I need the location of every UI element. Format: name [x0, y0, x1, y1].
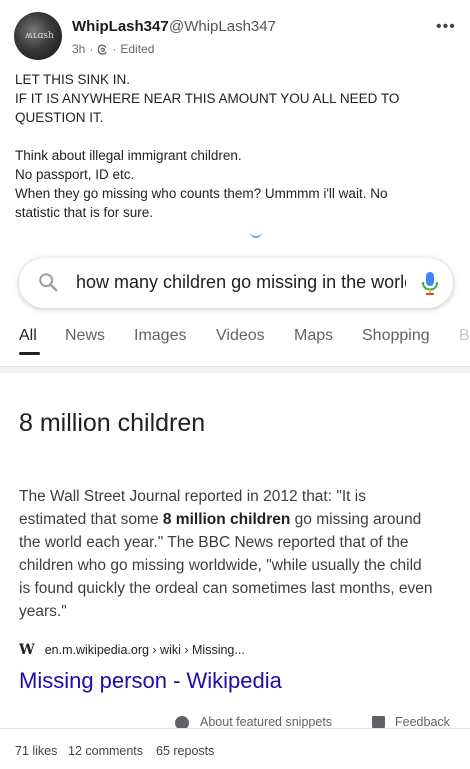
section-divider — [0, 366, 470, 373]
post-time: 3h — [72, 42, 86, 56]
result-url: en.m.wikipedia.org › wiki › Missing... — [44, 643, 245, 657]
snippet-highlight: 8 million children — [162, 511, 291, 528]
snippet-footer: About featured snippets Feedback — [0, 713, 470, 728]
post-line: When they go missing who counts them? Um… — [15, 186, 388, 201]
post-line: LET THIS SINK IN. — [15, 72, 131, 87]
post-line: Think about illegal immigrant children. — [15, 148, 242, 163]
microphone-icon — [422, 272, 438, 295]
author-handle[interactable]: @WhipLash347 — [169, 18, 276, 35]
avatar[interactable]: ʍʟɑsh — [14, 12, 62, 60]
featured-snippet: The Wall Street Journal reported in 2012… — [19, 485, 459, 623]
post-body: LET THIS SINK IN. IF IT IS ANYWHERE NEAR… — [15, 70, 455, 222]
tab-shopping: Shopping — [362, 327, 430, 344]
tab-all: All — [19, 327, 37, 344]
search-icon — [39, 273, 58, 292]
feedback-link: Feedback — [395, 715, 450, 728]
snippet-line: is found quickly the ordeal can sometime… — [19, 577, 459, 600]
feedback-icon — [372, 716, 385, 728]
snippet-line: the world each year." The BBC News repor… — [19, 531, 459, 554]
comments-count[interactable]: 12 comments — [68, 744, 143, 758]
active-tab-underline — [19, 352, 40, 355]
post-line: statistic that is for sure. — [15, 205, 154, 220]
search-tabs: All News Images Videos Maps Shopping B — [0, 327, 470, 357]
snippet-line: years." — [19, 600, 459, 623]
tab-images: Images — [134, 327, 187, 344]
question-icon — [175, 716, 189, 728]
snippet-text: is found quickly the ordeal can sometime… — [19, 580, 433, 597]
more-options-icon[interactable]: ••• — [436, 18, 456, 36]
snippet-text: children who go missing worldwide, "whil… — [19, 557, 422, 574]
post-line: No passport, ID etc. — [15, 167, 135, 182]
avatar-image: ʍʟɑsh — [25, 31, 54, 41]
edited-label[interactable]: Edited — [120, 42, 154, 56]
search-input: how many children go missing in the worl… — [76, 272, 406, 292]
snippet-line: estimated that some 8 million children g… — [19, 508, 459, 531]
loading-indicator — [250, 232, 262, 238]
post-meta: 3h · · Edited — [72, 42, 154, 56]
result-title-link: Missing person - Wikipedia — [19, 668, 282, 693]
separator-dot: · — [89, 42, 94, 56]
tab-news: News — [65, 327, 106, 344]
post-header: ʍʟɑsh WhipLash347 @WhipLash347 3h · · Ed… — [0, 0, 470, 68]
post-footer: 71 likes 12 comments 65 reposts — [0, 728, 470, 769]
post-line: IF IT IS ANYWHERE NEAR THIS AMOUNT YOU A… — [15, 91, 400, 106]
post-line: QUESTION IT. — [15, 110, 104, 125]
wikipedia-icon: W — [19, 642, 35, 658]
snippet-text: go missing around — [290, 511, 422, 528]
snippet-text: The Wall Street Journal reported in 2012… — [19, 488, 366, 505]
tab-maps: Maps — [294, 327, 334, 344]
snippet-line: The Wall Street Journal reported in 2012… — [19, 485, 459, 508]
featured-answer: 8 million children — [19, 409, 206, 437]
author-name[interactable]: WhipLash347 — [72, 18, 169, 35]
result-source: W en.m.wikipedia.org › wiki › Missing... — [19, 642, 245, 658]
threads-icon — [98, 43, 108, 55]
snippet-text: estimated that some — [19, 511, 163, 528]
likes-count[interactable]: 71 likes — [15, 744, 57, 758]
attached-search-screenshot[interactable]: how many children go missing in the worl… — [0, 232, 470, 728]
tab-books-cut: B — [459, 327, 470, 344]
snippet-text: the world each year." The BBC News repor… — [19, 534, 409, 551]
search-bar: how many children go missing in the worl… — [19, 258, 453, 308]
about-featured-snippets: About featured snippets — [200, 715, 333, 728]
post-line-gap — [15, 127, 455, 146]
separator-dot: · — [112, 42, 117, 56]
snippet-text: years." — [19, 603, 67, 620]
tab-videos: Videos — [216, 327, 265, 344]
snippet-line: children who go missing worldwide, "whil… — [19, 554, 459, 577]
reposts-count[interactable]: 65 reposts — [156, 744, 214, 758]
